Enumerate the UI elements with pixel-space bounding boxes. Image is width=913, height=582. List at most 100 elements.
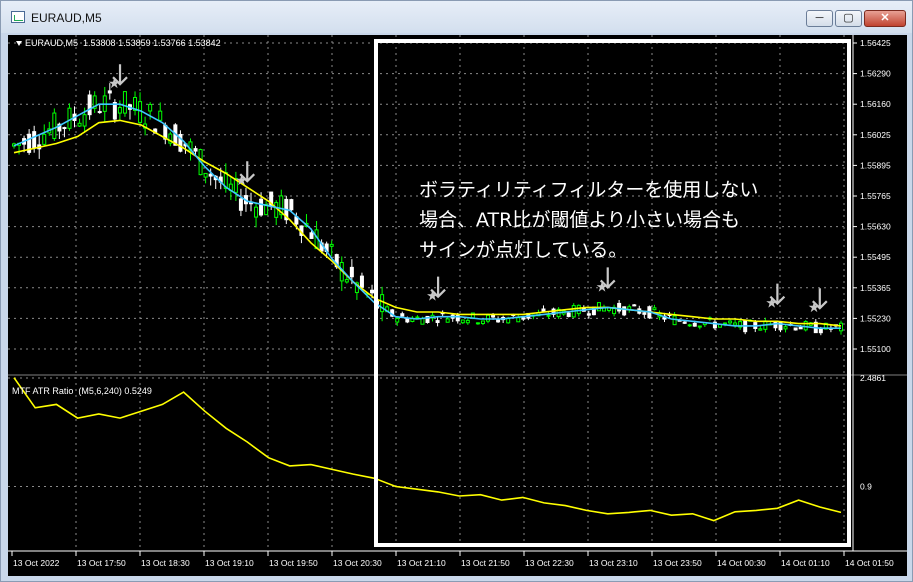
time-tick-label: 14 Oct 01:50 [845,558,894,568]
indicator-value: 0.5249 [124,386,152,396]
candle-body [344,279,349,283]
time-tick-label: 13 Oct 19:10 [205,558,254,568]
candle-body [415,316,420,319]
chart-menu-triangle-icon[interactable] [16,41,22,47]
candle-body [138,101,143,123]
chart-window: EURAUD,M5 ─ ▢ ✕ 1.56425 1.56290 1.56160 1.5… [0,0,913,582]
price-tick-label: 1.56160 [860,99,891,109]
candle-body [370,289,375,294]
price-tick-label: 1.55100 [860,344,891,354]
candle-body [617,302,622,312]
time-tick-label: 13 Oct 23:50 [653,558,702,568]
candle-body [395,318,400,323]
candle-body [460,319,465,324]
candle-body [733,322,738,326]
candle-body [148,103,153,112]
candle-body [97,111,102,114]
chart-header: EURAUD,M5 1.53808 1.53859 1.53766 1.5384… [16,38,221,48]
indicator-tick-label: 0.9 [860,481,872,491]
candle-body [52,112,57,139]
time-tick-label: 13 Oct 17:50 [77,558,126,568]
chart-ohlc: 1.53808 1.53859 1.53766 1.53842 [83,38,221,48]
chart-area[interactable]: 1.56425 1.56290 1.56160 1.56025 1.55895 1.557… [8,35,907,576]
time-tick-label: 13 Oct 18:30 [141,558,190,568]
title-bar[interactable]: EURAUD,M5 ─ ▢ ✕ [1,1,912,33]
atr-ratio-line [13,377,842,522]
time-tick-label: 13 Oct 2022 [13,558,60,568]
candle-body [238,198,243,211]
candle-body [254,206,259,218]
candle-body [521,317,526,320]
price-tick-label: 1.56425 [860,38,891,48]
candle-body [728,320,733,324]
price-tick-label: 1.56290 [860,69,891,79]
time-tick-label: 13 Oct 19:50 [269,558,318,568]
candle-body [632,304,637,307]
candle-body [697,325,702,328]
time-tick-label: 14 Oct 01:10 [781,558,830,568]
candle-body [723,322,728,325]
candle-body [692,322,697,327]
candle-body [642,312,647,315]
price-tick-label: 1.55765 [860,191,891,201]
maximize-button[interactable]: ▢ [835,10,862,27]
candle-body [798,326,803,330]
candle-body [82,114,87,127]
minimize-button[interactable]: ─ [806,10,833,27]
indicator-tick-label: 2.4861 [860,373,886,383]
indicator-header: MTF ATR Ratio (M5,6,240) 0.5249 [12,386,152,396]
candle-body [359,275,364,288]
time-tick-label: 13 Oct 21:50 [461,558,510,568]
candle-body [329,243,334,247]
candle-body [117,107,122,114]
candle-body [87,94,92,116]
close-button[interactable]: ✕ [864,10,906,27]
candle-body [77,122,82,127]
price-tick-label: 1.55630 [860,222,891,232]
candle-body [475,322,480,325]
time-tick-label: 14 Oct 00:30 [717,558,766,568]
time-tick-label: 13 Oct 23:10 [589,558,638,568]
chart-symbol: EURAUD,M5 [25,38,79,48]
candle-body [818,328,823,334]
candle-body [652,307,657,311]
candle-body [622,306,627,316]
indicator-name: MTF ATR Ratio [12,386,74,396]
candle-body [400,313,405,317]
candle-body [32,131,37,149]
candle-body [158,110,163,121]
price-tick-label: 1.55495 [860,252,891,262]
candle-body [541,308,546,312]
candle-body [586,313,591,316]
candle-body [516,317,521,323]
candle-body [62,127,67,130]
candle-body [465,319,470,324]
indicator-params: (M5,6,240) [78,386,122,396]
price-tick-label: 1.56025 [860,130,891,140]
candle-body [480,320,485,324]
candle-body [758,328,763,331]
candle-body [274,202,279,218]
candle-body [122,91,127,114]
price-chart[interactable]: 1.56425 1.56290 1.56160 1.56025 1.55895 1.557… [8,35,907,576]
price-tick-label: 1.55230 [860,313,891,323]
price-tick-label: 1.55895 [860,160,891,170]
candle-body [259,198,264,216]
candle-body [566,312,571,317]
chart-window-icon[interactable] [11,11,25,23]
candle-body [193,148,198,152]
candle-body [783,326,788,330]
candle-body [445,318,450,323]
candle-body [839,322,843,332]
candle-body [793,327,798,331]
candle-body [289,199,294,211]
time-tick-label: 13 Oct 21:10 [397,558,446,568]
annotation-text: ボラティリティフィルターを使用しない 場合、ATR比が閾値より小さい場合も サイ… [419,175,758,265]
candle-body [203,172,208,178]
candle-body [435,320,440,324]
candle-body [803,321,808,331]
candle-body [687,324,692,327]
candle-body [349,266,354,278]
annotation-line-2: 場合、ATR比が閾値より小さい場合も [419,209,740,231]
annotation-line-1: ボラティリティフィルターを使用しない [419,179,759,201]
